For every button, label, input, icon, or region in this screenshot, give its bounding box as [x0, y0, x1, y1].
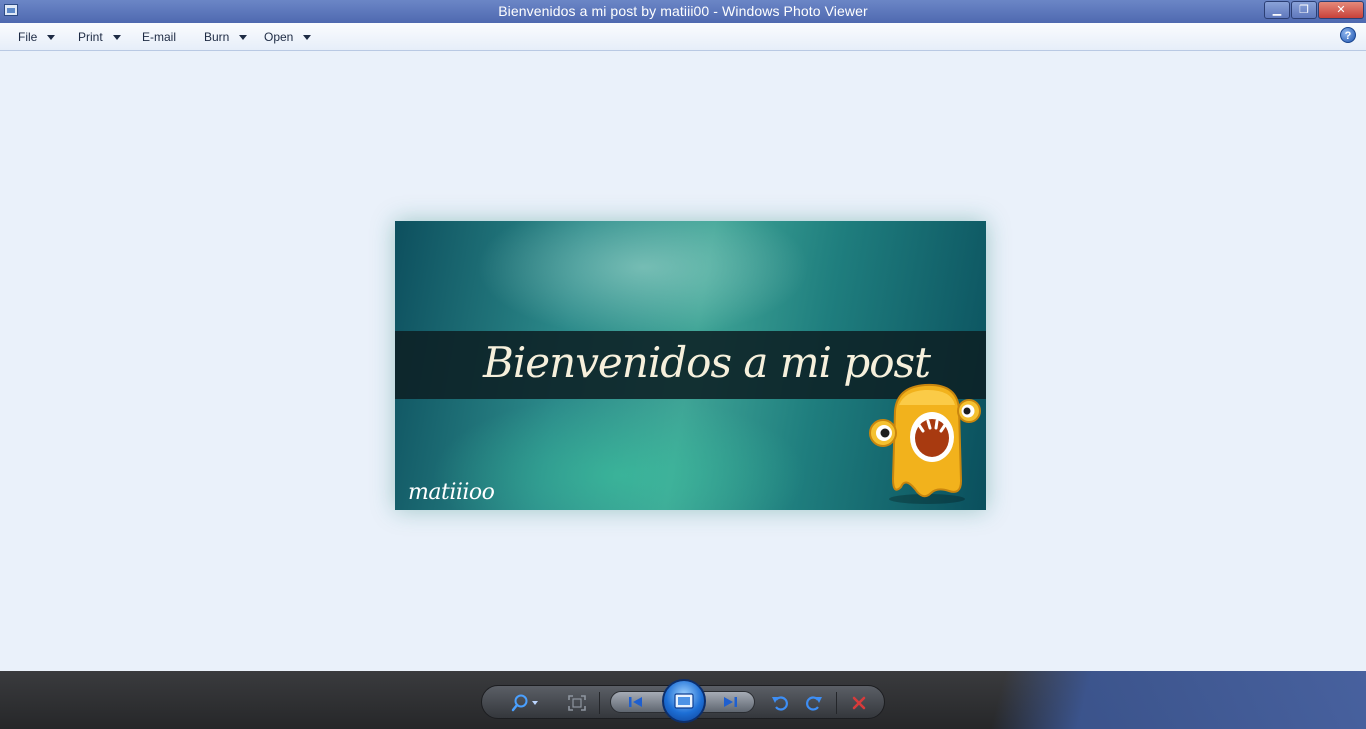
next-icon — [724, 697, 737, 707]
yellow-monster-mascot — [869, 383, 981, 504]
slideshow-icon — [674, 693, 694, 709]
menu-file[interactable]: File — [18, 30, 56, 44]
bottom-toolbar — [0, 671, 1366, 729]
chevron-down-icon — [239, 34, 248, 40]
slideshow-button[interactable] — [662, 679, 706, 723]
delete-button[interactable] — [848, 694, 870, 712]
menu-file-label: File — [18, 30, 38, 44]
magnifier-icon — [511, 694, 538, 712]
menu-print-label: Print — [78, 30, 103, 44]
delete-icon — [852, 696, 866, 710]
photo-signature: matiiioo — [408, 480, 495, 505]
toolbar-separator — [836, 692, 837, 714]
menu-email-label: E-mail — [142, 30, 177, 44]
photo-headline: Bienvenidos a mi post — [483, 338, 931, 387]
previous-button[interactable] — [625, 693, 647, 711]
menu-open[interactable]: Open — [264, 30, 312, 44]
menu-burn-label: Burn — [204, 30, 230, 44]
maximize-button[interactable]: ❐ — [1291, 1, 1317, 19]
window-title: Bienvenidos a mi post by matiii00 - Wind… — [498, 3, 868, 19]
displayed-photo: Bienvenidos a mi post matiiioo — [395, 221, 986, 510]
rotate-clockwise-button[interactable] — [803, 694, 825, 712]
minimize-button[interactable]: ▁ — [1264, 1, 1290, 19]
chevron-down-icon — [112, 34, 121, 40]
menu-bar: File Print E-mail Burn Open ? — [0, 23, 1366, 51]
menu-burn[interactable]: Burn — [204, 30, 248, 44]
menu-open-label: Open — [264, 30, 294, 44]
menu-print[interactable]: Print — [78, 30, 121, 44]
title-bar: Bienvenidos a mi post by matiii00 - Wind… — [0, 0, 1366, 23]
toolbar-separator — [599, 692, 600, 714]
playback-controls — [481, 679, 885, 723]
rotate-counterclockwise-button[interactable] — [769, 694, 791, 712]
help-button[interactable]: ? — [1340, 27, 1356, 43]
chevron-down-icon — [47, 34, 56, 40]
fit-window-icon — [568, 695, 586, 711]
actual-size-button[interactable] — [566, 694, 588, 712]
desktop-peek-background — [900, 671, 1366, 729]
next-button[interactable] — [719, 693, 741, 711]
close-button[interactable]: ✕ — [1318, 1, 1364, 19]
zoom-button[interactable] — [509, 694, 543, 712]
chevron-down-icon — [303, 34, 312, 40]
previous-icon — [629, 697, 642, 707]
rotate-cw-icon — [806, 696, 822, 711]
menu-email[interactable]: E-mail — [142, 30, 176, 44]
rotate-ccw-icon — [772, 696, 788, 711]
